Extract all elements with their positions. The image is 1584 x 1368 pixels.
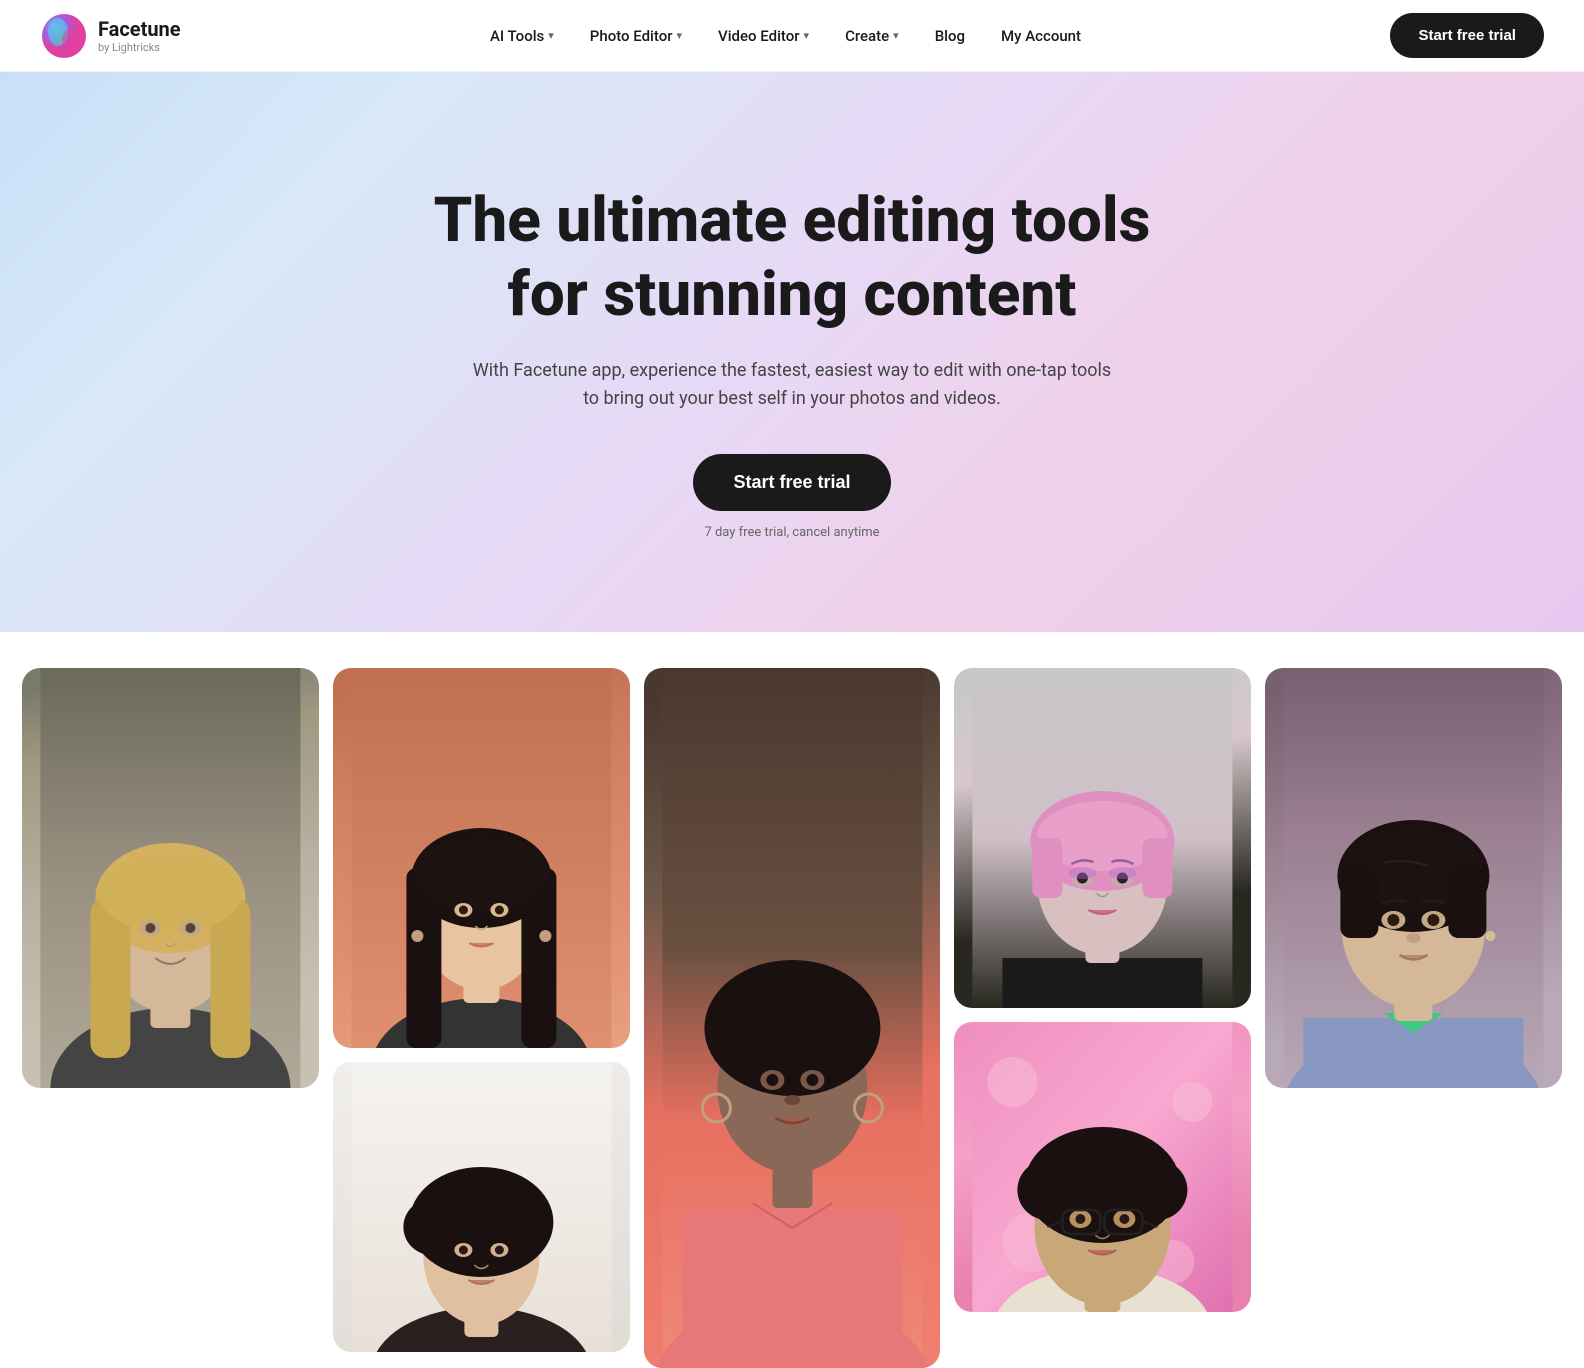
photo-glasses-person <box>954 1022 1251 1312</box>
nav-item-blog[interactable]: Blog <box>921 19 979 53</box>
hero-section: The ultimate editing tools for stunning … <box>0 72 1584 632</box>
photo-col-2 <box>333 668 630 1352</box>
nav-item-photo-editor[interactable]: Photo Editor ▾ <box>576 19 696 53</box>
photo-pink-hair <box>954 668 1251 1008</box>
photo-col-1 <box>22 668 319 1088</box>
facetune-logo-icon <box>40 12 88 60</box>
photo-curly-hair-woman <box>333 1062 630 1352</box>
photo-asian-woman <box>333 668 630 1048</box>
photo-pink-shirt-woman <box>644 668 941 1368</box>
photo-asian-man <box>1265 668 1562 1088</box>
photo-col-4 <box>954 668 1251 1312</box>
photo-blonde-woman <box>22 668 319 1088</box>
nav-label-my-account: My Account <box>1001 27 1081 45</box>
brand-name: Facetune <box>98 17 181 41</box>
nav-item-ai-tools[interactable]: AI Tools ▾ <box>476 19 568 53</box>
chevron-down-icon: ▾ <box>893 29 899 42</box>
nav-menu: AI Tools ▾ Photo Editor ▾ Video Editor ▾… <box>476 19 1095 53</box>
chevron-down-icon: ▾ <box>548 29 554 42</box>
photo-col-5 <box>1265 668 1562 1088</box>
nav-item-my-account[interactable]: My Account <box>987 19 1095 53</box>
nav-label-blog: Blog <box>935 27 965 45</box>
nav-label-create: Create <box>845 27 889 45</box>
hero-subtitle: With Facetune app, experience the fastes… <box>472 357 1112 415</box>
logo-link[interactable]: Facetune by Lightricks <box>40 12 181 60</box>
navbar: Facetune by Lightricks AI Tools ▾ Photo … <box>0 0 1584 72</box>
navbar-cta-button[interactable]: Start free trial <box>1390 13 1544 58</box>
photo-grid <box>0 632 1584 1368</box>
hero-title: The ultimate editing tools for stunning … <box>434 184 1151 333</box>
photo-col-3 <box>644 668 941 1368</box>
nav-label-ai-tools: AI Tools <box>490 27 544 45</box>
chevron-down-icon: ▾ <box>804 29 810 42</box>
chevron-down-icon: ▾ <box>677 29 683 42</box>
nav-label-photo-editor: Photo Editor <box>590 27 673 45</box>
hero-trial-note: 7 day free trial, cancel anytime <box>704 525 879 540</box>
nav-label-video-editor: Video Editor <box>718 27 799 45</box>
nav-item-video-editor[interactable]: Video Editor ▾ <box>704 19 823 53</box>
hero-cta-button[interactable]: Start free trial <box>693 454 890 511</box>
nav-item-create[interactable]: Create ▾ <box>831 19 913 53</box>
brand-sub: by Lightricks <box>98 41 181 54</box>
